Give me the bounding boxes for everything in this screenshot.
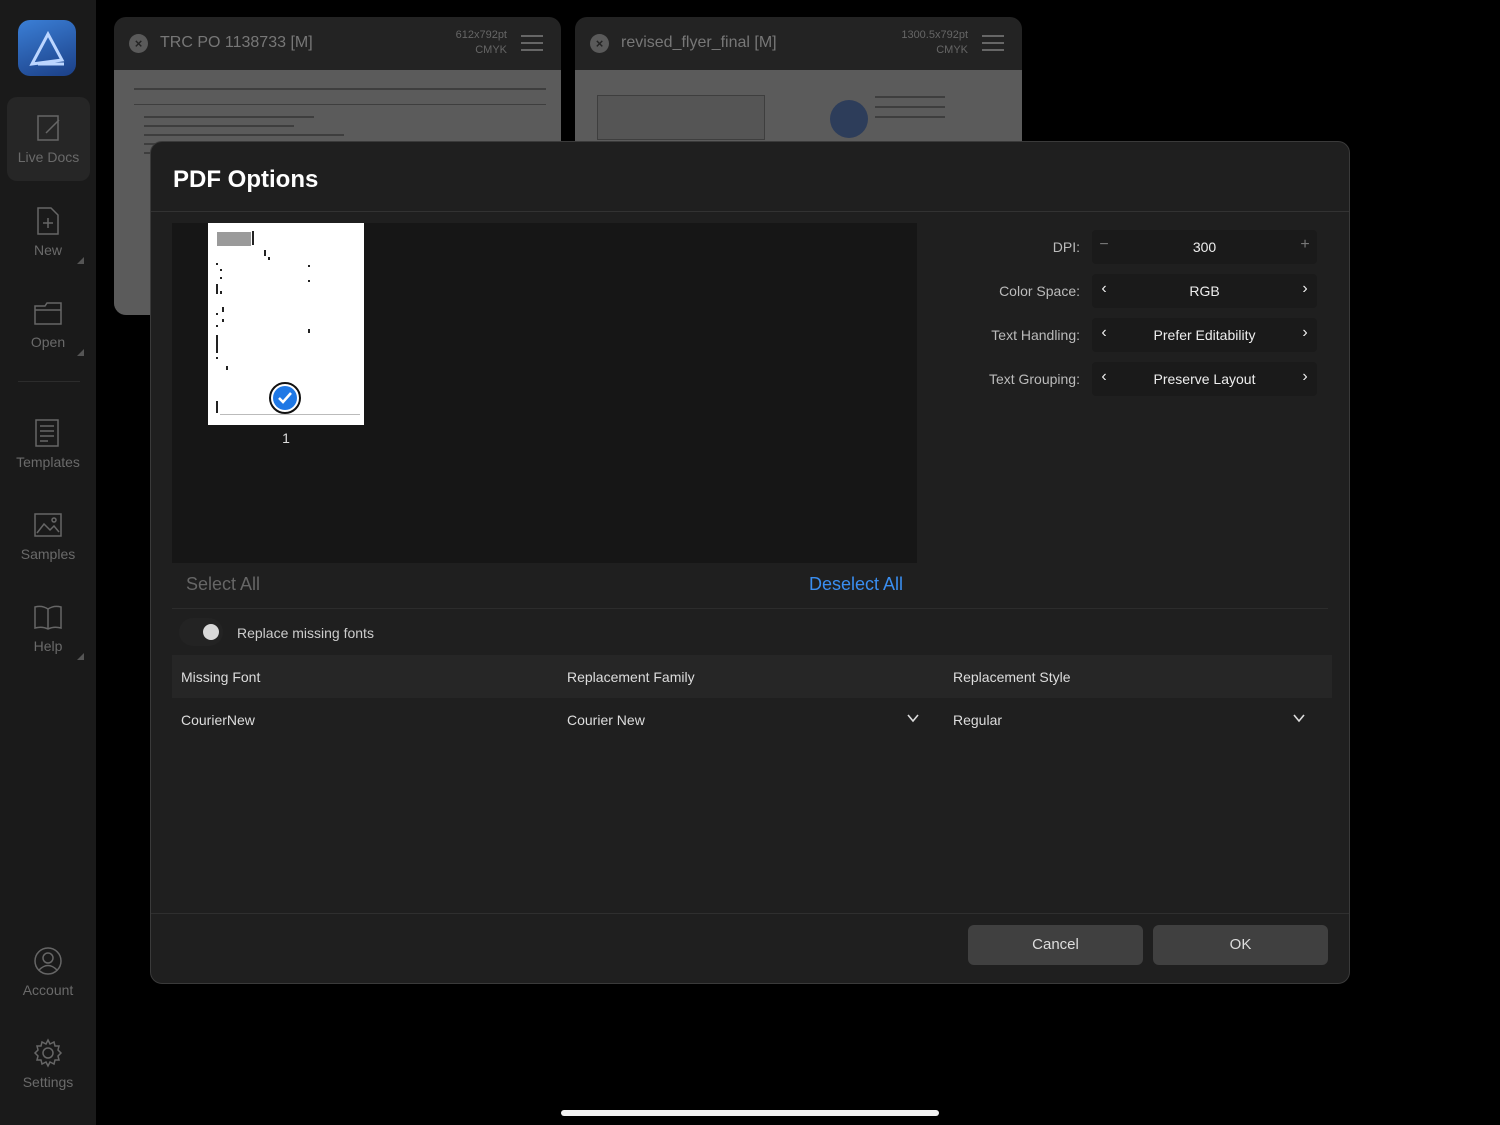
- dpi-value[interactable]: 300: [1120, 239, 1289, 255]
- table-header: Missing Font Replacement Family Replacem…: [172, 655, 1332, 698]
- color-space-value: RGB: [1189, 283, 1220, 299]
- affinity-logo-icon: [29, 30, 65, 66]
- select-all-button[interactable]: Select All: [186, 574, 260, 595]
- color-space-selector[interactable]: ‹ RGB ›: [1092, 274, 1317, 308]
- divider: [172, 608, 1328, 609]
- templates-icon: [35, 419, 59, 447]
- close-icon[interactable]: ×: [590, 34, 609, 53]
- chevron-left-icon[interactable]: ‹: [1092, 280, 1116, 302]
- divider: [151, 211, 1349, 212]
- text-handling-setting: Text Handling: ‹ Prefer Editability ›: [941, 318, 1321, 352]
- home-indicator[interactable]: [561, 1110, 939, 1116]
- ok-button[interactable]: OK: [1153, 925, 1328, 965]
- replacement-family-select[interactable]: Courier New: [567, 712, 645, 728]
- sidebar-item-templates[interactable]: Templates: [0, 418, 96, 470]
- dialog-title: PDF Options: [173, 166, 319, 193]
- color-space-setting: Color Space: ‹ RGB ›: [941, 274, 1321, 308]
- column-header-replacement-style: Replacement Style: [953, 669, 1071, 685]
- submenu-corner-icon: [77, 257, 84, 264]
- text-grouping-value: Preserve Layout: [1153, 371, 1256, 387]
- book-icon: [34, 605, 62, 630]
- sidebar-item-label: Help: [33, 638, 63, 654]
- page-number: 1: [282, 430, 290, 446]
- cancel-button[interactable]: Cancel: [968, 925, 1143, 965]
- text-handling-selector[interactable]: ‹ Prefer Editability ›: [1092, 318, 1317, 352]
- replacement-style-select[interactable]: Regular: [953, 712, 1002, 728]
- document-title: TRC PO 1138733 [M]: [160, 34, 313, 51]
- sidebar-item-label: Settings: [22, 1074, 74, 1090]
- sidebar-item-label: Templates: [16, 454, 80, 470]
- page-selected-checkmark-icon[interactable]: [269, 382, 301, 414]
- chevron-left-icon[interactable]: ‹: [1092, 324, 1116, 346]
- chevron-right-icon[interactable]: ›: [1293, 324, 1317, 346]
- sidebar: Live Docs New Open Templates Samples Hel…: [0, 0, 96, 1125]
- table-row: CourierNew Courier New Regular: [172, 698, 1332, 742]
- sidebar-item-settings[interactable]: Settings: [0, 1038, 96, 1090]
- increment-button[interactable]: +: [1293, 236, 1317, 258]
- chevron-down-icon[interactable]: [907, 711, 919, 727]
- chevron-right-icon[interactable]: ›: [1293, 280, 1317, 302]
- chevron-left-icon[interactable]: ‹: [1092, 368, 1116, 390]
- text-grouping-label: Text Grouping:: [988, 371, 1080, 387]
- sidebar-item-label: Samples: [20, 546, 76, 562]
- dpi-stepper[interactable]: − 300 +: [1092, 230, 1317, 264]
- gear-icon: [33, 1038, 63, 1068]
- document-meta: 1300.5x792pt CMYK: [901, 28, 968, 58]
- image-icon: [34, 513, 62, 537]
- sidebar-divider: [18, 381, 80, 382]
- document-color-mode: CMYK: [936, 44, 968, 56]
- sidebar-item-account[interactable]: Account: [0, 946, 96, 998]
- checkmark-icon: [278, 392, 292, 404]
- app-logo[interactable]: [18, 20, 76, 76]
- divider: [151, 913, 1349, 914]
- folder-icon: [34, 302, 62, 325]
- document-color-mode: CMYK: [475, 44, 507, 56]
- sidebar-item-label: Live Docs: [17, 149, 80, 165]
- sidebar-item-live-docs[interactable]: Live Docs: [7, 97, 90, 181]
- chevron-down-icon[interactable]: [1293, 711, 1305, 727]
- column-header-missing-font: Missing Font: [181, 669, 261, 685]
- page-thumbnail[interactable]: [208, 223, 364, 425]
- sidebar-item-open[interactable]: Open: [0, 298, 96, 356]
- text-grouping-setting: Text Grouping: ‹ Preserve Layout ›: [941, 362, 1321, 396]
- text-handling-label: Text Handling:: [991, 327, 1080, 343]
- deselect-all-button[interactable]: Deselect All: [809, 574, 903, 595]
- sidebar-item-label: Open: [30, 334, 66, 350]
- replace-missing-fonts-label: Replace missing fonts: [237, 625, 374, 641]
- decrement-button[interactable]: −: [1092, 236, 1116, 258]
- live-docs-icon: [36, 115, 60, 141]
- submenu-corner-icon: [77, 653, 84, 660]
- text-grouping-selector[interactable]: ‹ Preserve Layout ›: [1092, 362, 1317, 396]
- text-handling-value: Prefer Editability: [1153, 327, 1256, 343]
- sidebar-item-help[interactable]: Help: [0, 602, 96, 660]
- column-header-replacement-family: Replacement Family: [567, 669, 695, 685]
- hamburger-menu-icon[interactable]: [521, 35, 543, 56]
- new-document-icon: [37, 207, 59, 235]
- missing-fonts-table: Missing Font Replacement Family Replacem…: [172, 655, 1332, 742]
- chevron-right-icon[interactable]: ›: [1293, 368, 1317, 390]
- document-size: 612x792pt: [455, 29, 507, 41]
- close-icon[interactable]: ×: [129, 34, 148, 53]
- hamburger-menu-icon[interactable]: [982, 35, 1004, 56]
- sidebar-item-new[interactable]: New: [0, 206, 96, 264]
- missing-font-name: CourierNew: [181, 712, 255, 728]
- sidebar-item-label: New: [33, 242, 62, 258]
- page-preview-area: 1: [172, 223, 917, 563]
- document-card-header: × revised_flyer_final [M] 1300.5x792pt C…: [575, 17, 1022, 70]
- replace-missing-fonts-toggle[interactable]: [179, 618, 223, 646]
- pdf-options-dialog: PDF Options 1 Select All Deselect All Re…: [150, 141, 1350, 984]
- document-card-header: × TRC PO 1138733 [M] 612x792pt CMYK: [114, 17, 561, 70]
- color-space-label: Color Space:: [999, 283, 1080, 299]
- dpi-label: DPI:: [1052, 239, 1080, 255]
- sidebar-item-label: Account: [22, 982, 74, 998]
- document-title: revised_flyer_final [M]: [621, 34, 777, 51]
- submenu-corner-icon: [77, 349, 84, 356]
- sidebar-item-samples[interactable]: Samples: [0, 510, 96, 562]
- account-icon: [34, 947, 62, 975]
- document-size: 1300.5x792pt: [901, 29, 968, 41]
- document-meta: 612x792pt CMYK: [456, 28, 507, 58]
- dpi-setting: DPI: − 300 +: [941, 230, 1321, 264]
